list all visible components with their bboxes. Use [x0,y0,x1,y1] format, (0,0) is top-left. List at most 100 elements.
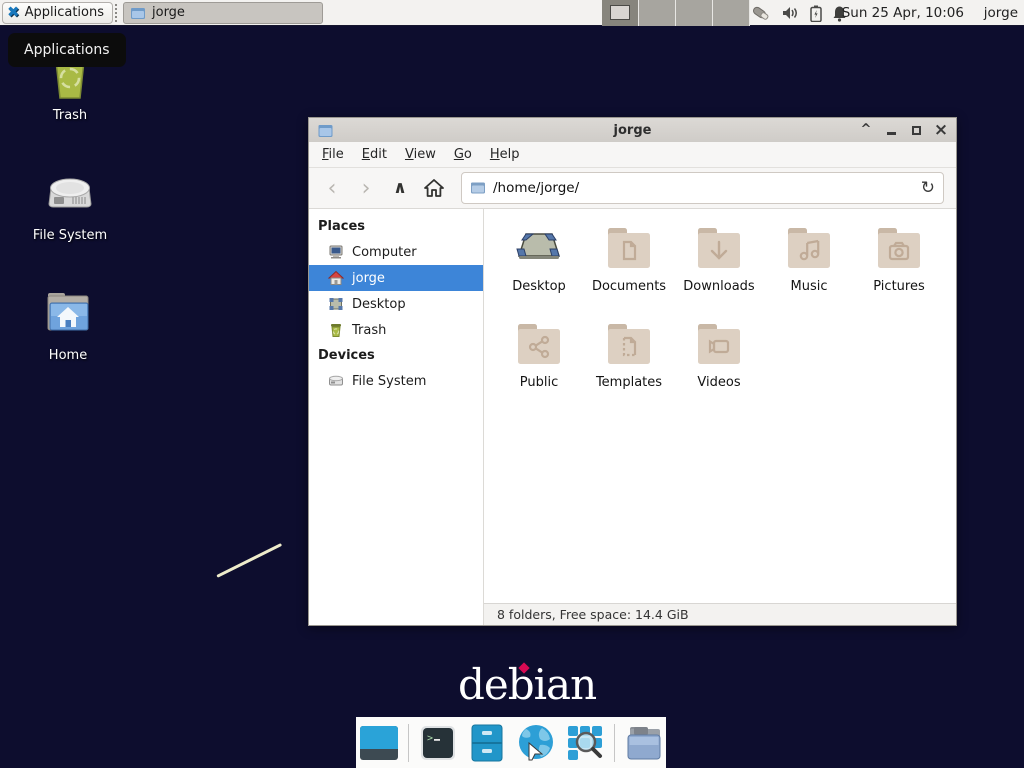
downloads-folder-icon [694,224,744,272]
desktop-icon-label: File System [33,228,107,243]
menu-view[interactable]: View [396,144,445,165]
menu-help[interactable]: Help [481,144,529,165]
taskbar-window-button[interactable]: jorge [123,2,323,24]
menu-file[interactable]: File [313,144,353,165]
file-view: Desktop Documents [484,209,956,625]
file-templates[interactable]: Templates [584,320,674,416]
file-documents[interactable]: Documents [584,224,674,320]
music-folder-icon [784,224,834,272]
workspace-1[interactable] [602,0,639,26]
panel-username[interactable]: jorge [984,0,1018,26]
desktop-icon [328,296,344,312]
workspace-3[interactable] [676,0,713,26]
directory-folder-icon [624,725,664,761]
maximize-button[interactable] [909,123,923,137]
applications-menu-label: Applications [25,5,104,20]
sidebar-item-computer[interactable]: Computer [309,239,483,265]
svg-text:>: > [427,733,433,744]
file-pictures[interactable]: Pictures [854,224,944,320]
workspace-switcher[interactable] [602,0,750,26]
computer-icon [328,244,344,260]
videos-folder-icon [694,320,744,368]
battery-icon[interactable] [810,5,822,22]
file-videos[interactable]: Videos [674,320,764,416]
statusbar: 8 folders, Free space: 14.4 GiB [484,603,956,625]
sidebar-item-filesystem[interactable]: File System [309,368,483,394]
file-public[interactable]: Public [494,320,584,416]
applications-tooltip: Applications [8,33,126,67]
home-button[interactable] [419,173,449,203]
dock-separator [408,724,409,762]
sidebar-item-desktop[interactable]: Desktop [309,291,483,317]
path-text[interactable]: /home/jorge/ [493,180,914,196]
show-desktop-icon [360,726,398,760]
app-finder-button[interactable] [565,723,605,763]
file-desktop[interactable]: Desktop [494,224,584,320]
desktop-icon-home[interactable]: Home [13,286,123,363]
menu-go[interactable]: Go [445,144,481,165]
dock-panel: > [356,717,666,768]
toolbar: ‹ › ∧ /home/jorge/ ↻ [309,168,956,209]
home-icon [424,179,444,197]
shade-button[interactable]: ^ [859,123,873,137]
documents-folder-icon [604,224,654,272]
menu-edit[interactable]: Edit [353,144,396,165]
back-button[interactable]: ‹ [317,173,347,203]
web-browser-button[interactable] [516,723,556,763]
file-downloads[interactable]: Downloads [674,224,764,320]
sidebar-item-trash[interactable]: Trash [309,317,483,343]
menubar: File Edit View Go Help [309,142,956,168]
panel-clock[interactable]: Sun 25 Apr, 10:06 [842,0,964,26]
pictures-folder-icon [874,224,924,272]
system-tray [750,0,847,26]
debian-logo: debian [458,660,596,709]
file-grid: Desktop Documents [484,209,956,603]
desktop-file-icon [514,224,564,272]
terminal-button[interactable]: > [418,723,458,763]
home-folder-icon [41,286,95,342]
sidebar-item-jorge[interactable]: jorge [309,265,483,291]
desktop[interactable]: { "top_panel": { "applications_button": … [0,0,1024,768]
sidebar: Places Computer jorge [309,209,484,625]
minimize-button[interactable] [884,123,898,137]
show-desktop-button[interactable] [359,723,399,763]
workspace-window-thumb [610,5,630,20]
volume-icon[interactable] [782,5,800,21]
home-icon [328,270,344,286]
folder-icon [130,5,146,21]
desktop-icon-label: Home [49,348,87,363]
dock-separator [614,724,615,762]
public-folder-icon [514,320,564,368]
web-browser-icon [516,723,556,763]
applications-menu-button[interactable]: ✖ Applications [2,2,113,24]
desktop-icon-filesystem[interactable]: File System [15,166,125,243]
stray-line-artifact [216,543,282,578]
forward-button[interactable]: › [351,173,381,203]
up-button[interactable]: ∧ [385,173,415,203]
close-button[interactable]: × [934,123,948,137]
file-cabinet-icon [471,724,503,762]
drive-icon [43,166,97,222]
file-manager-window: jorge ^ × File Edit View Go Help ‹ › ∧ [308,117,957,626]
panel-handle [115,4,121,22]
sidebar-places-header: Places [309,214,483,239]
drive-icon [328,373,344,389]
desktop-icon-label: Trash [53,108,87,123]
top-panel: ✖ Applications jorge [0,0,1024,26]
titlebar[interactable]: jorge ^ × [309,118,956,142]
xfce-logo-icon: ✖ [7,5,20,20]
taskbar-window-label: jorge [152,5,185,20]
reload-icon[interactable]: ↻ [921,178,935,198]
trash-icon [328,322,344,338]
workspace-4[interactable] [713,0,750,26]
directory-menu-button[interactable] [624,723,664,763]
file-manager-button[interactable] [467,723,507,763]
app-finder-icon [566,724,604,762]
sidebar-devices-header: Devices [309,343,483,368]
path-bar[interactable]: /home/jorge/ ↻ [461,172,944,204]
file-music[interactable]: Music [764,224,854,320]
path-folder-icon [470,181,486,195]
workspace-2[interactable] [639,0,676,26]
statusbar-text: 8 folders, Free space: 14.4 GiB [497,607,689,622]
input-device-icon[interactable] [750,4,772,22]
